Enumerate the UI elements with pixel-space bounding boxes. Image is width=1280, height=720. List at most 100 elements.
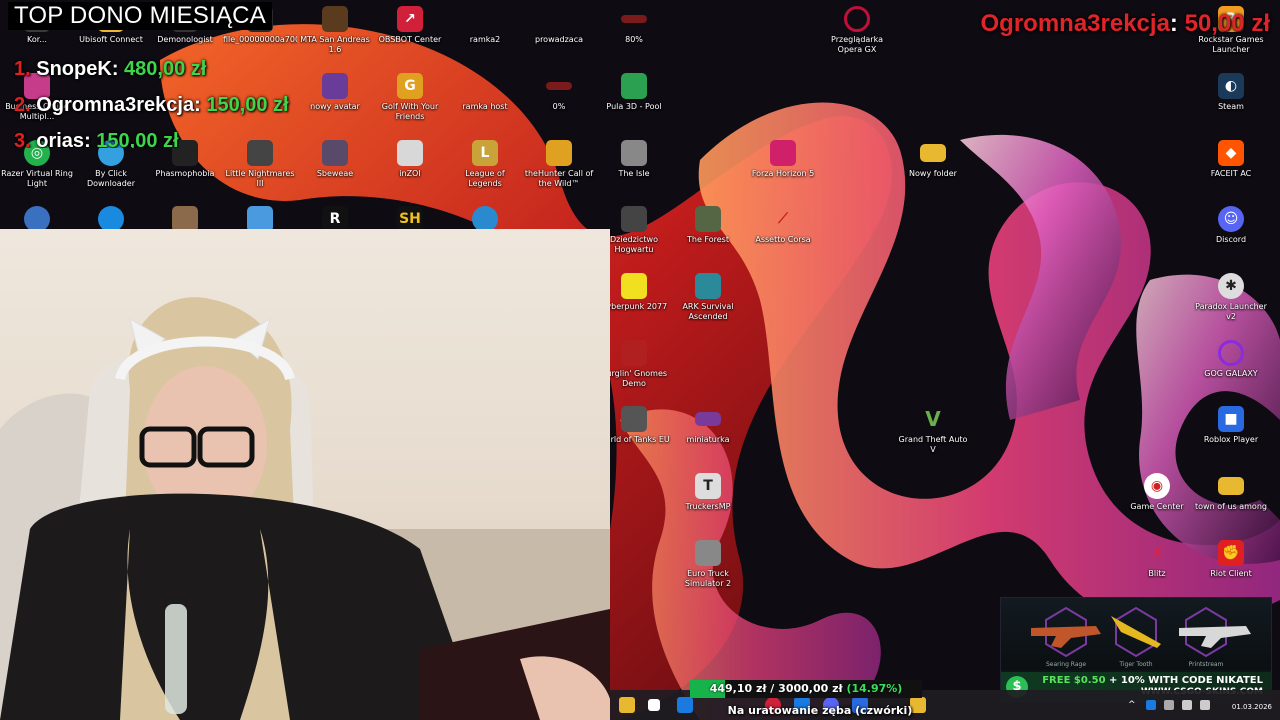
game-icon (695, 206, 721, 232)
desktop-icon[interactable]: Sbeweae (298, 140, 372, 179)
desktop-icon[interactable]: ✊ Riot Client (1194, 540, 1268, 579)
desktop-icon[interactable]: Przeglądarka Opera GX (820, 6, 894, 55)
game-icon (322, 6, 348, 32)
skin-name: Printstream (1188, 661, 1224, 668)
app-icon: ◉ (1144, 473, 1170, 499)
latest-donation: Ogromna3rekcja: 50,00 zł (980, 10, 1271, 37)
file-icon (621, 15, 647, 23)
desktop-icon[interactable]: Nowy folder (896, 140, 970, 179)
game-icon (397, 140, 423, 166)
desktop-icon[interactable]: prowadzaca (522, 6, 596, 45)
mail-icon[interactable] (677, 697, 693, 713)
game-icon (621, 206, 647, 232)
app-icon[interactable] (1146, 700, 1156, 710)
ad-skins-showcase: Searing Rage Tiger Tooth Printstream (1001, 598, 1271, 670)
desktop-icon[interactable]: The Forest (671, 206, 745, 245)
opera-icon (844, 6, 870, 32)
desktop-icon[interactable]: Euro Truck Simulator 2 (671, 540, 745, 589)
skin-name: Tiger Tooth (1119, 661, 1153, 668)
file-icon (546, 6, 572, 32)
game-icon (621, 140, 647, 166)
desktop-icon[interactable]: inZOI (373, 140, 447, 179)
file-icon (546, 82, 572, 90)
desktop-icon[interactable]: T TruckersMP (671, 473, 745, 512)
donation-goal-caption: Na uratowanie zęba (czwórki) (727, 704, 913, 717)
discord-icon: ☺ (1218, 206, 1244, 232)
app-icon: T (695, 473, 721, 499)
desktop-icon[interactable]: town of us among (1194, 473, 1268, 512)
volume-icon[interactable] (1200, 700, 1210, 710)
desktop-icon[interactable]: ↗ OBSBOT Center (373, 6, 447, 45)
game-icon (621, 340, 647, 366)
faceit-icon: ◆ (1218, 140, 1244, 166)
game-icon (621, 406, 647, 432)
app-icon: ⚡ (1149, 541, 1165, 565)
desktop-icon[interactable]: miniaturka (671, 406, 745, 445)
file-explorer-icon[interactable] (619, 697, 635, 713)
sponsor-ad-banner[interactable]: Searing Rage Tiger Tooth Printstream $ F… (1000, 597, 1272, 703)
desktop-icon[interactable]: nowy avatar (298, 73, 372, 112)
goal-progress-text: 449,10 zł / 3000,00 zł (14.97%) (709, 682, 903, 695)
donation-goal-bar: 449,10 zł / 3000,00 zł (14.97%) (690, 680, 922, 698)
game-icon (247, 140, 273, 166)
desktop-icon[interactable]: ⚡ Blitz (1120, 540, 1194, 579)
desktop-icon[interactable]: ☺ Discord (1194, 206, 1268, 245)
desktop-icon[interactable]: Forza Horizon 5 (746, 140, 820, 179)
desktop-icon[interactable]: G Golf With Your Friends (373, 73, 447, 122)
gta-icon: V (925, 407, 941, 431)
desktop-icon[interactable]: ◉ Game Center (1120, 473, 1194, 512)
desktop-icon[interactable]: MTA San Andreas 1.6 (298, 6, 372, 55)
donor-row: 3. orias: 150,00 zł (14, 130, 179, 148)
file-icon (472, 6, 498, 32)
game-icon (770, 140, 796, 166)
ad-promo-text: FREE $0.50 + 10% WITH CODE NIKATEL (1042, 675, 1263, 686)
steam-icon: ◐ (1218, 73, 1244, 99)
desktop-icon[interactable]: V Grand Theft Auto V (896, 406, 970, 455)
desktop-icon[interactable]: GOG GALAXY (1194, 340, 1268, 379)
file-icon (695, 412, 721, 426)
desktop-icon[interactable]: 80% (597, 6, 671, 45)
chevron-up-icon[interactable]: ^ (1128, 700, 1138, 710)
desktop-icon[interactable]: theHunter Call of the Wild™ (522, 140, 596, 189)
desktop-icon[interactable]: ◆ FACEIT AC (1194, 140, 1268, 179)
game-icon: G (397, 73, 423, 99)
game-icon (695, 540, 721, 566)
game-icon (546, 140, 572, 166)
store-icon[interactable] (648, 699, 660, 711)
app-icon: ✱ (1218, 273, 1244, 299)
file-icon (472, 73, 498, 99)
desktop-icon[interactable]: ARK Survival Ascended (671, 273, 745, 322)
desktop-icon[interactable]: ✱ Paradox Launcher v2 (1194, 273, 1268, 322)
desktop-icon[interactable]: Pula 3D - Pool (597, 73, 671, 112)
file-icon (322, 73, 348, 99)
riot-icon: ✊ (1218, 540, 1244, 566)
gog-icon (1218, 340, 1244, 366)
desktop-icon[interactable]: Little Nightmares III (223, 140, 297, 189)
camera-icon: ↗ (397, 6, 423, 32)
app-icon[interactable] (1164, 700, 1174, 710)
game-icon (695, 273, 721, 299)
desktop-icon[interactable]: ◐ Steam (1194, 73, 1268, 112)
file-icon (322, 140, 348, 166)
game-icon (621, 273, 647, 299)
taskbar-date[interactable]: 01.03.2026 (1232, 703, 1272, 711)
game-icon (621, 73, 647, 99)
donor-row: 2. Ogromna3rekcja: 150,00 zł (14, 94, 289, 116)
roblox-icon: ■ (1218, 406, 1244, 432)
desktop-icon[interactable]: ⟋ Assetto Corsa (746, 206, 820, 245)
desktop-icon[interactable]: L League of Legends (448, 140, 522, 189)
folder-icon (920, 144, 946, 162)
lol-icon: L (472, 140, 498, 166)
top-donors-title: TOP DONO MIESIĄCA (8, 2, 272, 30)
desktop-icon[interactable]: 0% (522, 73, 596, 112)
system-tray: ^ 01.03.2026 (1120, 690, 1280, 720)
desktop-icon[interactable]: The Isle (597, 140, 671, 179)
folder-icon (1218, 477, 1244, 495)
wifi-icon[interactable] (1182, 700, 1192, 710)
game-icon: ⟋ (778, 211, 788, 227)
desktop-icon[interactable]: ramka host (448, 73, 522, 112)
desktop-icon[interactable]: ■ Roblox Player (1194, 406, 1268, 445)
desktop-icon[interactable]: ramka2 (448, 6, 522, 45)
donor-row: 1. SnopeK: 480,00 zł (14, 58, 207, 80)
skin-name: Searing Rage (1045, 661, 1087, 668)
